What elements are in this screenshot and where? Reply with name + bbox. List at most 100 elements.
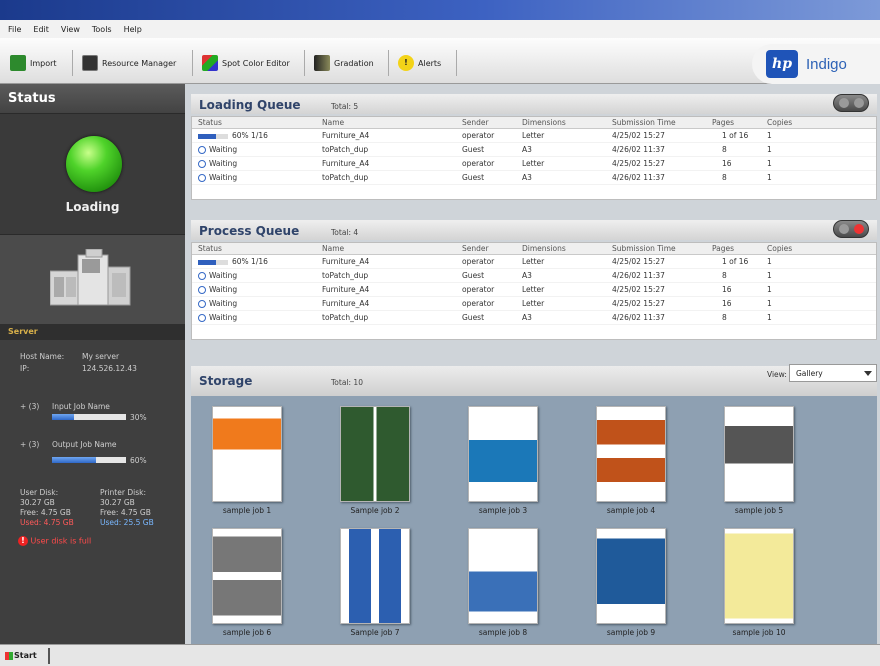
row-sender: Guest bbox=[462, 145, 485, 154]
table-header: Status Name Sender Dimensions Submission Tim… bbox=[192, 243, 876, 255]
input-count[interactable]: + (3) bbox=[20, 402, 39, 411]
loading-queue-toggle[interactable] bbox=[833, 94, 869, 112]
input-job-name: Input Job Name bbox=[52, 402, 110, 411]
brand-area: hp Indigo bbox=[752, 44, 880, 84]
disk-alert[interactable]: ! User disk is full bbox=[18, 536, 91, 546]
menu-view[interactable]: View bbox=[61, 25, 80, 34]
loading-queue-header: Loading Queue Total: 5 bbox=[191, 94, 877, 114]
process-queue-header: Process Queue Total: 4 bbox=[191, 220, 877, 240]
row-time: 4/25/02 15:27 bbox=[612, 159, 665, 168]
window-titlebar bbox=[0, 0, 880, 20]
row-sender: operator bbox=[462, 131, 495, 140]
job-thumbnail[interactable] bbox=[724, 406, 794, 502]
row-status-text: Waiting bbox=[209, 145, 238, 154]
table-row[interactable]: Waiting toPatch_dup Guest A3 4/26/02 11:37 8 1 bbox=[192, 171, 876, 185]
column-header[interactable]: Status bbox=[198, 118, 222, 127]
spot-color-editor-label: Spot Color Editor bbox=[222, 58, 290, 68]
job-thumbnail[interactable] bbox=[468, 528, 538, 624]
table-row[interactable]: 60% 1/16 Furniture_A4 operator Letter 4/25/0… bbox=[192, 255, 876, 269]
clock-icon bbox=[198, 146, 206, 154]
column-header[interactable]: Name bbox=[322, 118, 344, 127]
row-dim: A3 bbox=[522, 145, 532, 154]
row-time: 4/25/02 15:27 bbox=[612, 131, 665, 140]
column-header[interactable]: Sender bbox=[462, 118, 489, 127]
job-thumbnail[interactable] bbox=[724, 528, 794, 624]
gradation-button[interactable]: Gradation bbox=[314, 52, 374, 74]
job-thumbnail[interactable] bbox=[468, 406, 538, 502]
toolbar-separator bbox=[388, 50, 389, 76]
toolbar-separator bbox=[456, 50, 457, 76]
press-illustration bbox=[0, 234, 185, 324]
output-progress-fill bbox=[52, 457, 97, 463]
import-button[interactable]: Import bbox=[10, 52, 57, 74]
disk-alert-text: User disk is full bbox=[30, 536, 92, 546]
column-header[interactable]: Sender bbox=[462, 244, 489, 253]
table-row[interactable]: Waiting Furniture_A4 operator Letter 4/25/02… bbox=[192, 283, 876, 297]
column-header[interactable]: Dimensions bbox=[522, 118, 566, 127]
job-thumbnail[interactable] bbox=[212, 528, 282, 624]
resource-manager-label: Resource Manager bbox=[102, 58, 177, 68]
resource-manager-button[interactable]: Resource Manager bbox=[82, 52, 176, 74]
view-select[interactable]: Gallery bbox=[789, 364, 877, 382]
toolbar-separator bbox=[72, 50, 73, 76]
job-thumbnail[interactable] bbox=[340, 528, 410, 624]
process-queue-toggle[interactable] bbox=[833, 220, 869, 238]
taskbar: Start bbox=[0, 644, 880, 666]
column-header[interactable]: Status bbox=[198, 244, 222, 253]
table-row[interactable]: Waiting Furniture_A4 operator Letter 4/25/02… bbox=[192, 157, 876, 171]
table-row[interactable]: 60% 1/16 Furniture_A4 operator Letter 4/25/0… bbox=[192, 129, 876, 143]
column-header[interactable]: Copies bbox=[767, 118, 792, 127]
server-section-title: Server bbox=[0, 324, 185, 340]
job-thumbnail[interactable] bbox=[596, 528, 666, 624]
job-thumbnail[interactable] bbox=[212, 406, 282, 502]
row-status: 60% 1/16 bbox=[198, 131, 268, 140]
job-thumbnail-label: sample job 3 bbox=[478, 506, 528, 515]
row-status-text: 60% 1/16 bbox=[232, 257, 268, 266]
row-dim: Letter bbox=[522, 299, 545, 308]
input-progress-bar bbox=[52, 414, 126, 420]
toolbar-separator bbox=[304, 50, 305, 76]
column-header[interactable]: Name bbox=[322, 244, 344, 253]
column-header[interactable]: Submission Time bbox=[612, 118, 676, 127]
alerts-label: Alerts bbox=[418, 58, 442, 68]
table-header: Status Name Sender Dimensions Submission Tim… bbox=[192, 117, 876, 129]
spot-color-editor-button[interactable]: Spot Color Editor bbox=[202, 52, 290, 74]
column-header[interactable]: Submission Time bbox=[612, 244, 676, 253]
table-row[interactable]: Waiting toPatch_dup Guest A3 4/26/02 11:37 8 1 bbox=[192, 143, 876, 157]
job-thumbnail-label: Sample job 7 bbox=[350, 628, 400, 637]
row-dim: A3 bbox=[522, 173, 532, 182]
row-pages: 8 bbox=[722, 313, 727, 322]
row-sender: operator bbox=[462, 299, 495, 308]
user-disk-used: Used: 4.75 GB bbox=[20, 518, 74, 527]
table-row[interactable]: Waiting toPatch_dup Guest A3 4/26/02 11:37 8 1 bbox=[192, 311, 876, 325]
status-state: Loading bbox=[65, 200, 120, 214]
output-count[interactable]: + (3) bbox=[20, 440, 39, 449]
column-header[interactable]: Pages bbox=[712, 244, 734, 253]
menu-file[interactable]: File bbox=[8, 25, 21, 34]
column-header[interactable]: Copies bbox=[767, 244, 792, 253]
row-status: 60% 1/16 bbox=[198, 257, 268, 266]
row-dim: A3 bbox=[522, 271, 532, 280]
menu-edit[interactable]: Edit bbox=[33, 25, 49, 34]
job-thumbnail-label: sample job 9 bbox=[606, 628, 656, 637]
row-status-text: Waiting bbox=[209, 285, 238, 294]
row-name: Furniture_A4 bbox=[322, 257, 370, 266]
table-row[interactable]: Waiting toPatch_dup Guest A3 4/26/02 11:37 8 1 bbox=[192, 269, 876, 283]
row-status: Waiting bbox=[198, 299, 237, 308]
menu-tools[interactable]: Tools bbox=[92, 25, 112, 34]
row-pages: 8 bbox=[722, 173, 727, 182]
ip-value: 124.526.12.43 bbox=[82, 364, 137, 373]
row-time: 4/26/02 11:37 bbox=[612, 145, 665, 154]
job-thumbnail[interactable] bbox=[596, 406, 666, 502]
column-header[interactable]: Dimensions bbox=[522, 244, 566, 253]
job-thumbnail[interactable] bbox=[340, 406, 410, 502]
row-name: Furniture_A4 bbox=[322, 131, 370, 140]
row-time: 4/25/02 15:27 bbox=[612, 257, 665, 266]
table-row[interactable]: Waiting Furniture_A4 operator Letter 4/25/02… bbox=[192, 297, 876, 311]
user-disk-title: User Disk: bbox=[20, 488, 59, 497]
alerts-button[interactable]: ! Alerts bbox=[398, 52, 441, 74]
column-header[interactable]: Pages bbox=[712, 118, 734, 127]
start-button[interactable]: Start bbox=[2, 648, 50, 664]
process-queue-total: Total: 4 bbox=[331, 228, 359, 237]
menu-help[interactable]: Help bbox=[124, 25, 142, 34]
